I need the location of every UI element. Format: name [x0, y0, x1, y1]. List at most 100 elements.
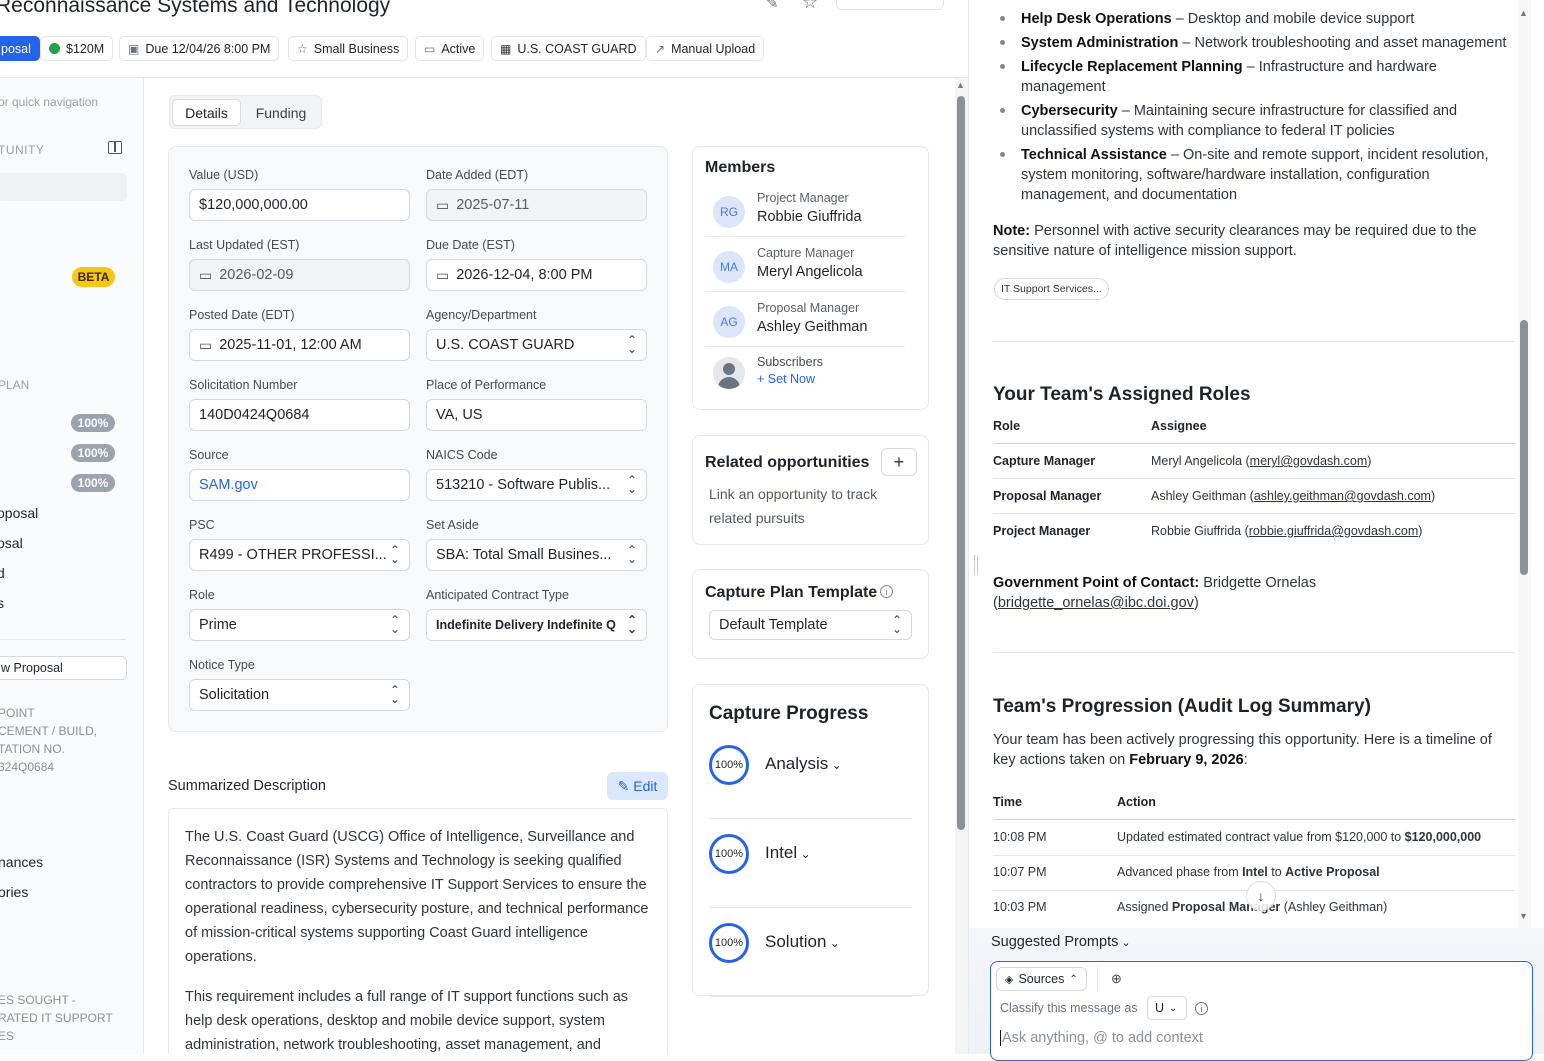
globe-icon: ⊕	[1111, 971, 1122, 986]
progression-title: Team's Progression (Audit Log Summary)	[993, 696, 1371, 717]
edit-summary-button[interactable]: ✎ Edit	[607, 772, 668, 800]
email-link[interactable]: meryl@govdash.com	[1250, 454, 1368, 468]
member-row[interactable]: MA Capture Manager Meryl Angelicola	[705, 242, 905, 292]
posted-date-value: 2025-11-01, 12:00 AM	[219, 337, 362, 353]
source-chip[interactable]: ↗ Manual Upload	[646, 36, 765, 61]
value-label: Value (USD)	[189, 168, 259, 182]
solicitation-label: Solicitation Number	[189, 378, 298, 392]
table-rule	[993, 478, 1515, 479]
scroll-down-arrow-icon[interactable]: ▼	[1519, 911, 1528, 921]
place-input[interactable]: VA, US	[426, 399, 647, 431]
add-related-button[interactable]: +	[881, 448, 917, 476]
calendar-clock-icon: ▣	[128, 41, 140, 56]
globe-button[interactable]: ⊕	[1097, 967, 1135, 991]
chevron-down-icon: ⌄	[828, 758, 842, 772]
tab-details[interactable]: Details	[172, 99, 241, 126]
sources-button[interactable]: ◈ Sources ⌃	[996, 967, 1087, 991]
bullet-text: – Network troubleshooting and asset mana…	[1178, 35, 1507, 51]
sidebar-item[interactable]: nances	[0, 854, 43, 870]
info-icon[interactable]: i	[1195, 1002, 1208, 1015]
solicitation-input[interactable]: 140D0424Q0684	[189, 399, 410, 431]
chat-scrollbar[interactable]: ▲ ▼	[1518, 0, 1531, 930]
phase-intel[interactable]: 100% Intel ⌄	[709, 820, 912, 908]
header-menu-button[interactable]	[836, 0, 944, 10]
notice-type-label: Notice Type	[189, 658, 255, 672]
main-scrollbar[interactable]: ▲	[955, 78, 968, 1054]
agency-select[interactable]: U.S. COAST GUARD ⌃ ⌄	[426, 329, 647, 361]
suggested-prompts-toggle[interactable]: Suggested Prompts ⌄	[991, 934, 1131, 950]
phase-analysis[interactable]: 100% Analysis ⌄	[709, 731, 912, 819]
value-input[interactable]: $120,000,000.00	[189, 189, 410, 221]
info-icon[interactable]: i	[880, 585, 893, 598]
last-updated-value: 2026-02-09	[219, 267, 294, 283]
chat-input[interactable]: Ask anything, @ to add context	[1000, 1030, 1203, 1046]
scroll-up-arrow-icon[interactable]: ▲	[956, 80, 965, 90]
bullet-term: Help Desk Operations	[1021, 11, 1172, 27]
new-proposal-button[interactable]: w Proposal	[0, 656, 127, 680]
collapse-sidebar-icon[interactable]	[108, 141, 122, 154]
sidebar-item[interactable]: d	[0, 565, 5, 581]
naics-select[interactable]: 513210 - Software Publis... ⌃ ⌄	[426, 469, 647, 501]
edit-icon[interactable]: ✎	[766, 0, 779, 12]
tab-funding[interactable]: Funding	[243, 99, 319, 126]
gov-poc-email-link[interactable]: bridgette_ornelas@ibc.doi.gov	[998, 595, 1194, 611]
phase-chip[interactable]: posal	[0, 36, 40, 61]
source-link[interactable]: SAM.gov	[199, 477, 258, 493]
context-line: CEMENT / BUILD,	[0, 724, 98, 738]
new-proposal-label: w Proposal	[1, 661, 63, 675]
gov-poc: Government Point of Contact: Bridgette O…	[993, 575, 1317, 611]
sidebar-item[interactable]: ories	[0, 884, 28, 900]
avatar: AG	[713, 306, 745, 338]
sidebar-item[interactable]: osal	[0, 535, 23, 551]
bullet-term: System Administration	[1021, 35, 1179, 51]
progress-ring: 100%	[709, 834, 749, 874]
chevron-updown-icon: ⌃ ⌄	[626, 613, 637, 636]
classification-select[interactable]: U ⌄	[1147, 996, 1187, 1020]
notice-type-select[interactable]: Solicitation ⌃ ⌄	[189, 679, 410, 711]
psc-label: PSC	[189, 518, 215, 532]
source-chip[interactable]: IT Support Services...	[994, 278, 1109, 300]
note-label: Note:	[993, 223, 1031, 239]
table-rule	[993, 513, 1515, 514]
date-added-value: 2025-07-11	[456, 197, 530, 213]
scroll-to-bottom-button[interactable]: ↓	[1246, 881, 1276, 911]
paren: )	[1430, 489, 1436, 503]
email-link[interactable]: robbie.giuffrida@govdash.com	[1249, 524, 1419, 538]
date-added-label: Date Added (EDT)	[426, 168, 529, 182]
member-name: Ashley Geithman	[757, 319, 868, 335]
sidebar-search-input[interactable]: or quick navigation	[0, 95, 98, 109]
sidebar-item[interactable]: s	[0, 595, 4, 611]
log-time: 10:08 PM	[993, 830, 1047, 844]
contract-type-select[interactable]: Indefinite Delivery Indefinite Q ⌃ ⌄	[426, 609, 647, 641]
status-chip-label: Active	[441, 41, 476, 56]
log-text: (Ashley Geithman)	[1280, 900, 1388, 914]
progress-badge: 100%	[71, 444, 115, 462]
phase-solution[interactable]: 100% Solution ⌄	[709, 909, 912, 997]
bullet	[1000, 40, 1005, 45]
context-line: RATED IT SUPPORT	[0, 1011, 113, 1025]
star-icon[interactable]: ☆	[802, 0, 818, 13]
sidebar-item-selected[interactable]	[0, 173, 127, 201]
member-row[interactable]: RG Project Manager Robbie Giuffrida	[705, 187, 905, 237]
member-row[interactable]: AG Proposal Manager Ashley Geithman	[705, 297, 905, 347]
due-date-input[interactable]: ▭ 2026-12-04, 8:00 PM	[426, 259, 647, 291]
context-line: ES	[0, 1029, 15, 1043]
sidebar-section-opportunity: TUNITY	[0, 143, 45, 157]
bullet-item: Technical Assistance – On-site and remot…	[1021, 145, 1516, 205]
set-aside-select[interactable]: SBA: Total Small Busines... ⌃ ⌄	[426, 539, 647, 571]
psc-select[interactable]: R499 - OTHER PROFESSI... ⌃ ⌄	[189, 539, 410, 571]
scroll-thumb[interactable]	[1520, 320, 1528, 575]
panel-resize-handle[interactable]	[974, 555, 978, 575]
role-select[interactable]: Prime ⌃ ⌄	[189, 609, 410, 641]
scroll-thumb[interactable]	[957, 96, 965, 830]
template-select[interactable]: Default Template ⌃ ⌄	[709, 610, 912, 640]
divider	[993, 341, 1515, 342]
member-name: Meryl Angelicola	[757, 264, 863, 280]
sidebar-item[interactable]: oposal	[0, 505, 38, 521]
email-link[interactable]: ashley.geithman@govdash.com	[1254, 489, 1431, 503]
source-field[interactable]: SAM.gov	[189, 469, 410, 501]
calendar-icon: ▭	[436, 196, 450, 213]
bullet-item: Lifecycle Replacement Planning – Infrast…	[1021, 57, 1481, 97]
set-now-link[interactable]: + Set Now	[757, 372, 815, 386]
posted-date-input[interactable]: ▭ 2025-11-01, 12:00 AM	[189, 329, 410, 361]
